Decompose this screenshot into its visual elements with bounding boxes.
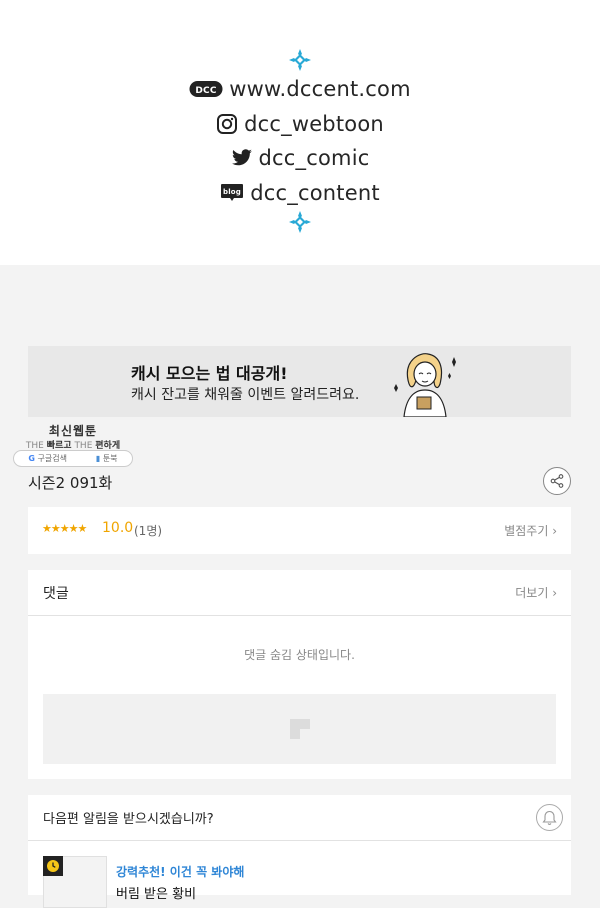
website-link[interactable]: DCC www.dccent.com xyxy=(0,74,600,104)
website-text: www.dccent.com xyxy=(229,77,411,101)
book-icon: ▮ xyxy=(95,454,101,463)
comments-header: 댓글 더보기 › xyxy=(28,570,571,616)
share-button[interactable] xyxy=(543,467,571,495)
instagram-link[interactable]: dcc_webtoon xyxy=(0,109,600,139)
ad-placeholder[interactable] xyxy=(43,694,556,764)
ad-site-label: 툰북 xyxy=(102,454,118,463)
blog-icon-text: blog xyxy=(223,188,241,196)
next-episode-notify-card: 다음편 알림을 받으시겠습니까? 강력추천! 이건 꼭 봐야해 버림 받은 황비 xyxy=(28,795,571,908)
ornament-icon xyxy=(289,49,311,71)
ad-search-label: 구글검색 xyxy=(37,454,67,463)
share-icon xyxy=(550,474,564,488)
cash-event-banner[interactable]: 캐시 모으는 법 대공개! 캐시 잔고를 채워줄 이벤트 알려드려요. xyxy=(28,346,571,417)
rating-card: ★★★★★ 10.0 (1명) 별점주기 › xyxy=(28,507,571,554)
bell-icon xyxy=(542,810,557,825)
comments-more-link[interactable]: 더보기 › xyxy=(515,584,557,601)
rating-count: (1명) xyxy=(134,524,163,538)
ad-search-pill[interactable]: G 구글검색 ▮ 툰북 xyxy=(13,450,133,467)
recommend-title[interactable]: 버림 받은 황비 xyxy=(116,883,196,902)
sns-footer: DCC www.dccent.com dcc_webtoon dcc_comic… xyxy=(0,0,600,265)
blog-link[interactable]: blog dcc_content xyxy=(0,178,600,208)
banner-headline: 캐시 모으는 법 대공개! xyxy=(131,364,288,383)
notify-header: 다음편 알림을 받으시겠습니까? xyxy=(28,795,571,841)
episode-title: 시즌2 091화 xyxy=(28,474,113,492)
svg-text:DCC: DCC xyxy=(196,86,217,96)
recommend-tag[interactable]: 강력추천! 이건 꼭 봐야해 xyxy=(116,863,244,880)
ad-title: 최신웹툰 xyxy=(48,424,98,438)
rating-score: 10.0 xyxy=(102,520,134,536)
banner-subline: 캐시 잔고를 채워줄 이벤트 알려드려요. xyxy=(131,387,360,403)
ad-search: G 구글검색 xyxy=(28,453,67,464)
instagram-icon xyxy=(216,113,238,135)
rate-button[interactable]: 별점주기 › xyxy=(504,522,557,539)
placeholder-icon xyxy=(290,719,310,739)
ad-site: ▮ 툰북 xyxy=(96,453,118,464)
rating-stars: ★★★★★ xyxy=(42,522,87,535)
ornament-icon xyxy=(289,211,311,233)
twitter-text: dcc_comic xyxy=(258,146,370,170)
google-g-icon: G xyxy=(28,454,35,463)
blog-text: dcc_content xyxy=(250,181,380,205)
blog-icon: blog xyxy=(220,183,244,203)
instagram-text: dcc_webtoon xyxy=(244,112,384,136)
dcc-logo-icon: DCC xyxy=(189,80,223,98)
comments-hidden-message: 댓글 숨김 상태입니다. xyxy=(244,648,355,662)
comments-title: 댓글 xyxy=(43,586,69,602)
notify-question: 다음편 알림을 받으시겠습니까? xyxy=(43,812,214,827)
twitter-link[interactable]: dcc_comic xyxy=(0,143,600,173)
twitter-icon xyxy=(231,149,253,167)
notify-bell-button[interactable] xyxy=(536,804,563,831)
character-illustration xyxy=(394,353,456,417)
clock-badge-icon xyxy=(43,856,63,876)
comments-card: 댓글 더보기 › 댓글 숨김 상태입니다. xyxy=(28,570,571,779)
promo-ad-badge[interactable]: 최신웹툰 THE 빠르고 THE 편하게 G 구글검색 ▮ 툰북 xyxy=(12,420,134,468)
